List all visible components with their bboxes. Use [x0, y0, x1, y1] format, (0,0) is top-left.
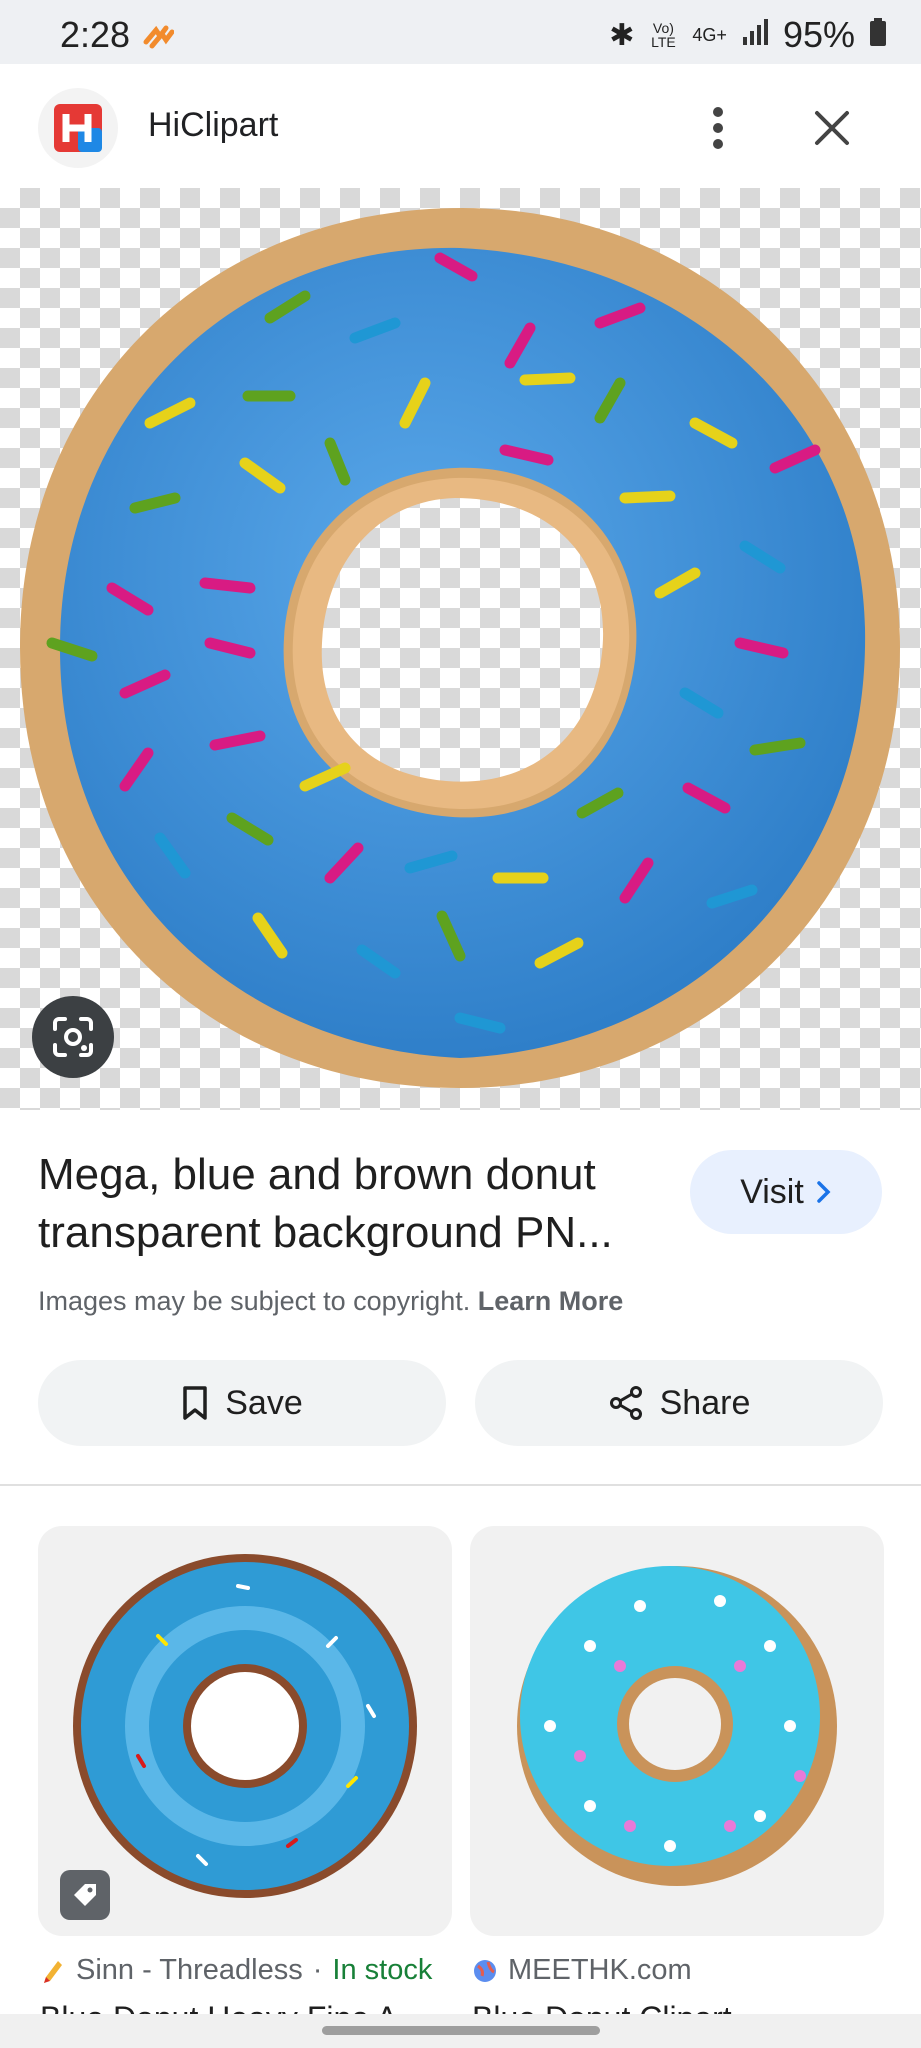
status-time: 2:28 — [60, 14, 131, 55]
copyright-notice: Images may be subject to copyright. Lear… — [38, 1286, 623, 1317]
home-gesture-handle[interactable] — [322, 2026, 600, 2035]
close-button[interactable] — [800, 96, 864, 160]
pencil-icon — [44, 1960, 62, 1983]
bluetooth-icon: ✱ — [609, 18, 635, 52]
battery-icon — [869, 14, 887, 56]
image-title[interactable]: Mega, blue and brown donut transparent b… — [38, 1146, 658, 1262]
viewer-header — [0, 64, 921, 188]
network-label: 4G+ — [692, 24, 727, 45]
status-indicators: ✱ Vo) LTE 4G+ 95% — [609, 14, 887, 56]
notification-icon — [142, 22, 175, 57]
chevron-right-icon — [817, 1181, 831, 1203]
related-card-2[interactable] — [470, 1526, 884, 1936]
volte-label: Vo) LTE — [651, 20, 676, 50]
share-icon — [609, 1386, 642, 1420]
source-name-1: Sinn - Threadless — [76, 1954, 303, 1986]
site-name[interactable]: HiClipart — [148, 106, 278, 145]
related-source-2[interactable]: MEETHK.com — [472, 1954, 692, 1987]
copyright-text: Images may be subject to copyright. — [38, 1286, 471, 1316]
signal-icon — [741, 14, 769, 56]
related-source-1[interactable]: Sinn - Threadless · In stock — [40, 1954, 432, 1987]
google-lens-button[interactable] — [32, 996, 114, 1078]
bookmark-icon — [183, 1386, 207, 1420]
more-vert-icon — [713, 107, 723, 149]
lens-icon — [53, 1017, 93, 1057]
share-button[interactable]: Share — [475, 1360, 883, 1446]
globe-icon — [474, 1959, 496, 1982]
save-button[interactable]: Save — [38, 1360, 446, 1446]
close-icon — [815, 111, 849, 145]
tag-badge — [60, 1870, 110, 1920]
source-separator: · — [312, 1954, 323, 1986]
section-divider — [0, 1484, 921, 1486]
learn-more-link[interactable]: Learn More — [478, 1286, 624, 1316]
save-label: Save — [225, 1383, 303, 1422]
battery-percent: 95% — [782, 14, 855, 55]
more-options-button[interactable] — [690, 96, 746, 160]
main-image[interactable] — [0, 188, 921, 1110]
availability-label: In stock — [332, 1954, 433, 1986]
visit-label: Visit — [740, 1172, 804, 1211]
related-image-2 — [517, 1566, 837, 1886]
visit-button[interactable]: Visit — [690, 1150, 882, 1234]
tag-icon — [74, 1884, 96, 1906]
site-logo[interactable] — [38, 88, 118, 168]
share-label: Share — [659, 1383, 751, 1422]
source-name-2: MEETHK.com — [508, 1954, 692, 1986]
donut-image — [20, 208, 900, 1088]
